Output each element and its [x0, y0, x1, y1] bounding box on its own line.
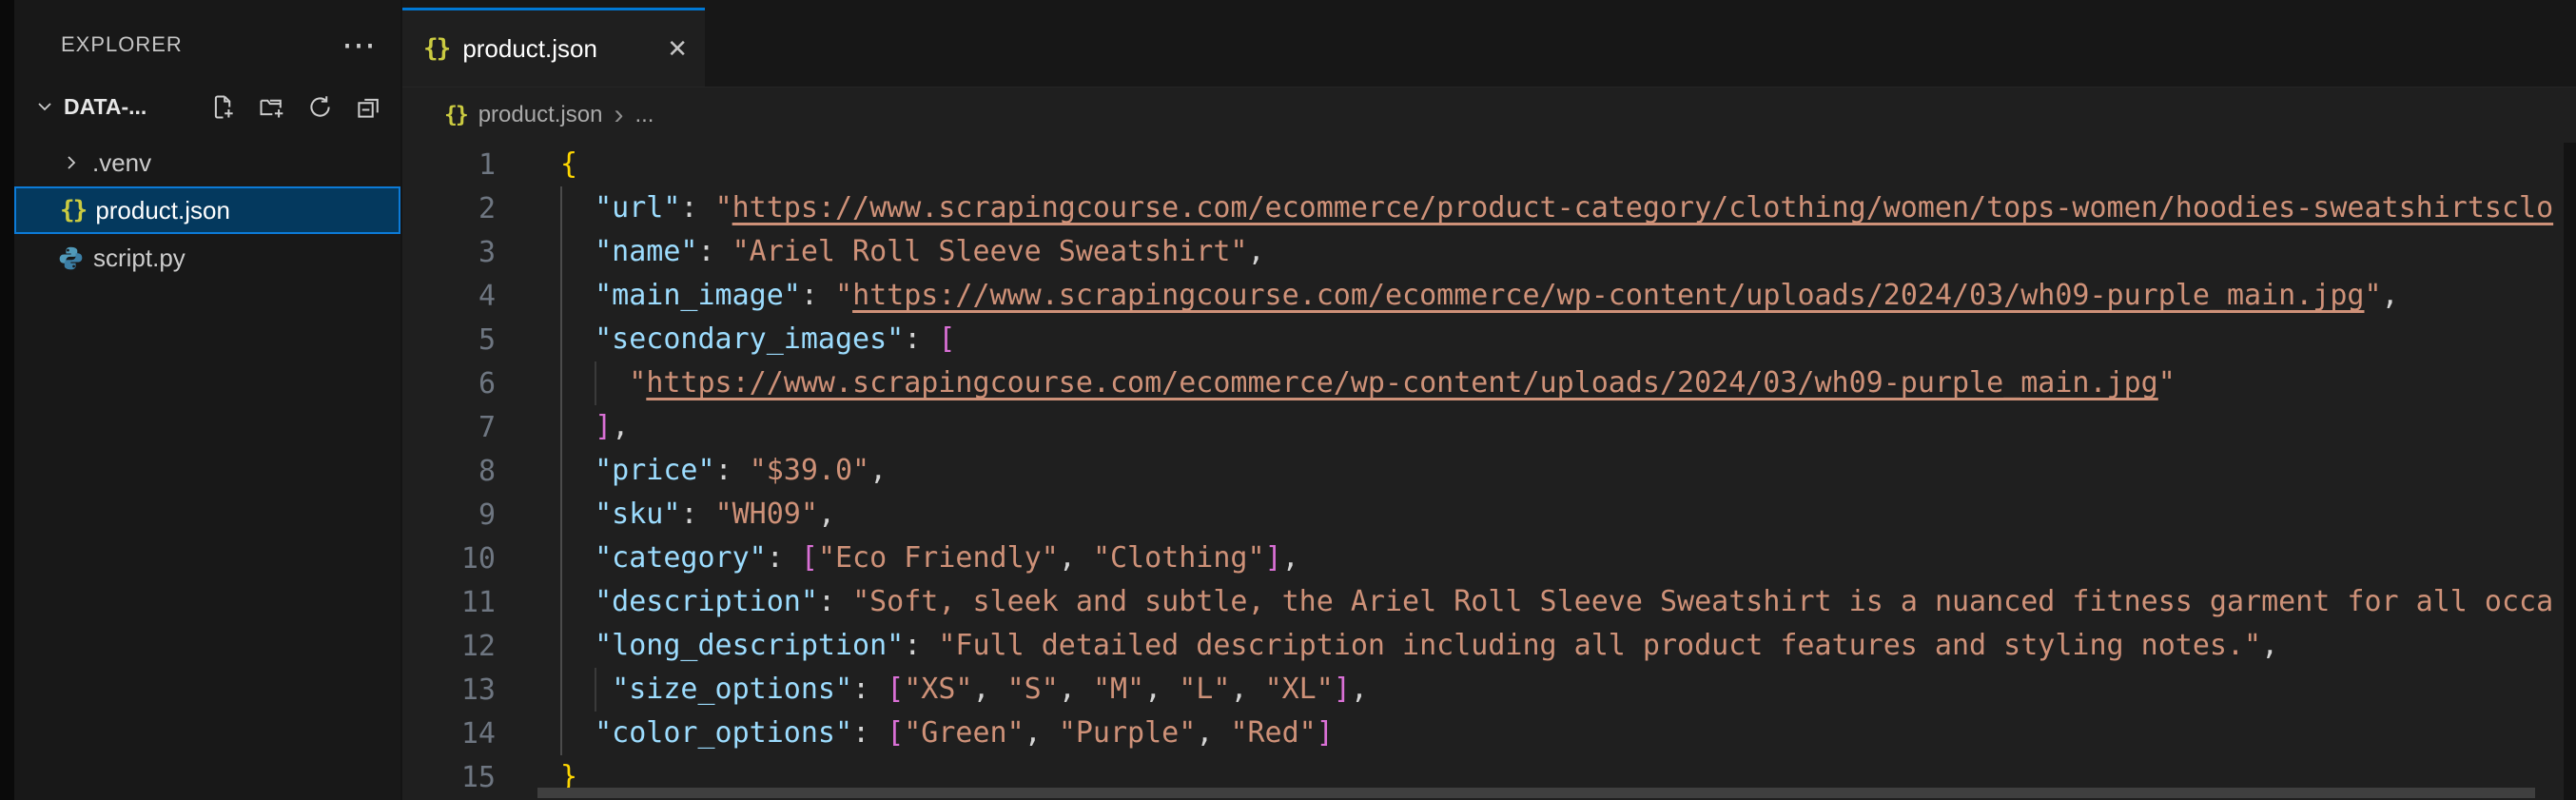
new-folder-icon[interactable] — [259, 94, 284, 120]
code-line: 2 "url": "https://www.scrapingcourse.com… — [402, 186, 2576, 230]
new-file-icon[interactable] — [210, 94, 236, 120]
json-file-icon: {} — [60, 196, 86, 224]
line-number: 4 — [402, 280, 496, 313]
indent-guide — [560, 274, 562, 318]
line-number: 10 — [402, 542, 496, 576]
workspace-name: DATA-... — [64, 94, 146, 120]
file-label: script.py — [93, 244, 185, 273]
code-line: 9 "sku": "WH09", — [402, 493, 2576, 537]
overview-ruler — [2564, 143, 2576, 800]
line-number: 7 — [402, 411, 496, 444]
collapse-all-icon[interactable] — [356, 94, 381, 120]
code-line: 5 "secondary_images": [ — [402, 318, 2576, 361]
breadcrumb-more[interactable]: ... — [634, 102, 654, 128]
chevron-right-icon — [60, 151, 83, 174]
indent-guide — [560, 624, 562, 668]
code-line: 11 "description": "Soft, sleek and subtl… — [402, 580, 2576, 624]
line-number: 11 — [402, 586, 496, 619]
code-line: 4 "main_image": "https://www.scrapingcou… — [402, 274, 2576, 318]
folder-section-header[interactable]: DATA-... — [14, 84, 400, 129]
tab-label: product.json — [462, 34, 597, 64]
indent-guide — [595, 668, 596, 712]
line-number: 6 — [402, 367, 496, 400]
horizontal-scrollbar[interactable] — [537, 788, 2535, 798]
code-line: 12 "long_description": "Full detailed de… — [402, 624, 2576, 668]
indent-guide — [560, 186, 562, 230]
indent-guide — [560, 493, 562, 537]
explorer-title: EXPLORER — [61, 32, 183, 57]
line-number: 5 — [402, 323, 496, 357]
breadcrumb: {} product.json › ... — [402, 88, 2576, 143]
indent-guide — [560, 449, 562, 493]
code-line: 8 "price": "$39.0", — [402, 449, 2576, 493]
refresh-icon[interactable] — [307, 94, 333, 120]
sidebar-item-script-py[interactable]: script.py — [14, 234, 400, 282]
line-number: 14 — [402, 717, 496, 751]
code-line: 3 "name": "Ariel Roll Sleeve Sweatshirt"… — [402, 230, 2576, 274]
chevron-right-icon: › — [614, 104, 623, 127]
sidebar-item-product-json[interactable]: {} product.json — [14, 186, 400, 234]
line-number: 13 — [402, 673, 496, 707]
file-label: product.json — [95, 196, 230, 225]
indent-guide — [595, 361, 596, 405]
tab-bar: {} product.json ✕ — [402, 0, 2576, 88]
folder-label: .venv — [92, 148, 151, 178]
line-number: 2 — [402, 192, 496, 225]
code-line: 14 "color_options": ["Green", "Purple", … — [402, 712, 2576, 755]
editor-region: {} product.json ✕ {} product.json › ... … — [402, 0, 2576, 800]
indent-guide — [560, 318, 562, 361]
indent-guide — [560, 405, 562, 449]
close-icon[interactable]: ✕ — [667, 34, 688, 64]
chevron-down-icon — [33, 95, 56, 118]
line-number: 8 — [402, 455, 496, 488]
python-icon — [58, 245, 84, 271]
indent-guide — [560, 537, 562, 580]
file-tree: .venv {} product.json script.py — [14, 139, 400, 282]
line-number: 12 — [402, 630, 496, 663]
code-line: 10 "category": ["Eco Friendly", "Clothin… — [402, 537, 2576, 580]
line-number: 3 — [402, 236, 496, 269]
ellipsis-icon[interactable]: ⋯ — [342, 35, 376, 54]
json-file-icon: {} — [423, 34, 449, 63]
code-line: 1{ — [402, 143, 2576, 186]
line-number: 1 — [402, 148, 496, 182]
indent-guide — [560, 668, 562, 712]
breadcrumb-file[interactable]: product.json — [478, 102, 603, 128]
indent-guide — [560, 230, 562, 274]
explorer-sidebar: EXPLORER ⋯ DATA-... .venv {} product.jso… — [14, 0, 402, 800]
indent-guide — [560, 712, 562, 755]
indent-guide — [560, 361, 562, 405]
indent-guide — [560, 580, 562, 624]
line-number: 9 — [402, 498, 496, 532]
tab-product-json[interactable]: {} product.json ✕ — [402, 8, 705, 87]
code-line: 7 ], — [402, 405, 2576, 449]
sidebar-item-venv[interactable]: .venv — [14, 139, 400, 186]
window-edge — [0, 0, 14, 800]
code-line: 13 "size_options": ["XS", "S", "M", "L",… — [402, 668, 2576, 712]
json-file-icon: {} — [444, 103, 467, 127]
code-line: 6 "https://www.scrapingcourse.com/ecomme… — [402, 361, 2576, 405]
code-editor[interactable]: 1{2 "url": "https://www.scrapingcourse.c… — [402, 143, 2576, 800]
line-number: 15 — [402, 761, 496, 794]
